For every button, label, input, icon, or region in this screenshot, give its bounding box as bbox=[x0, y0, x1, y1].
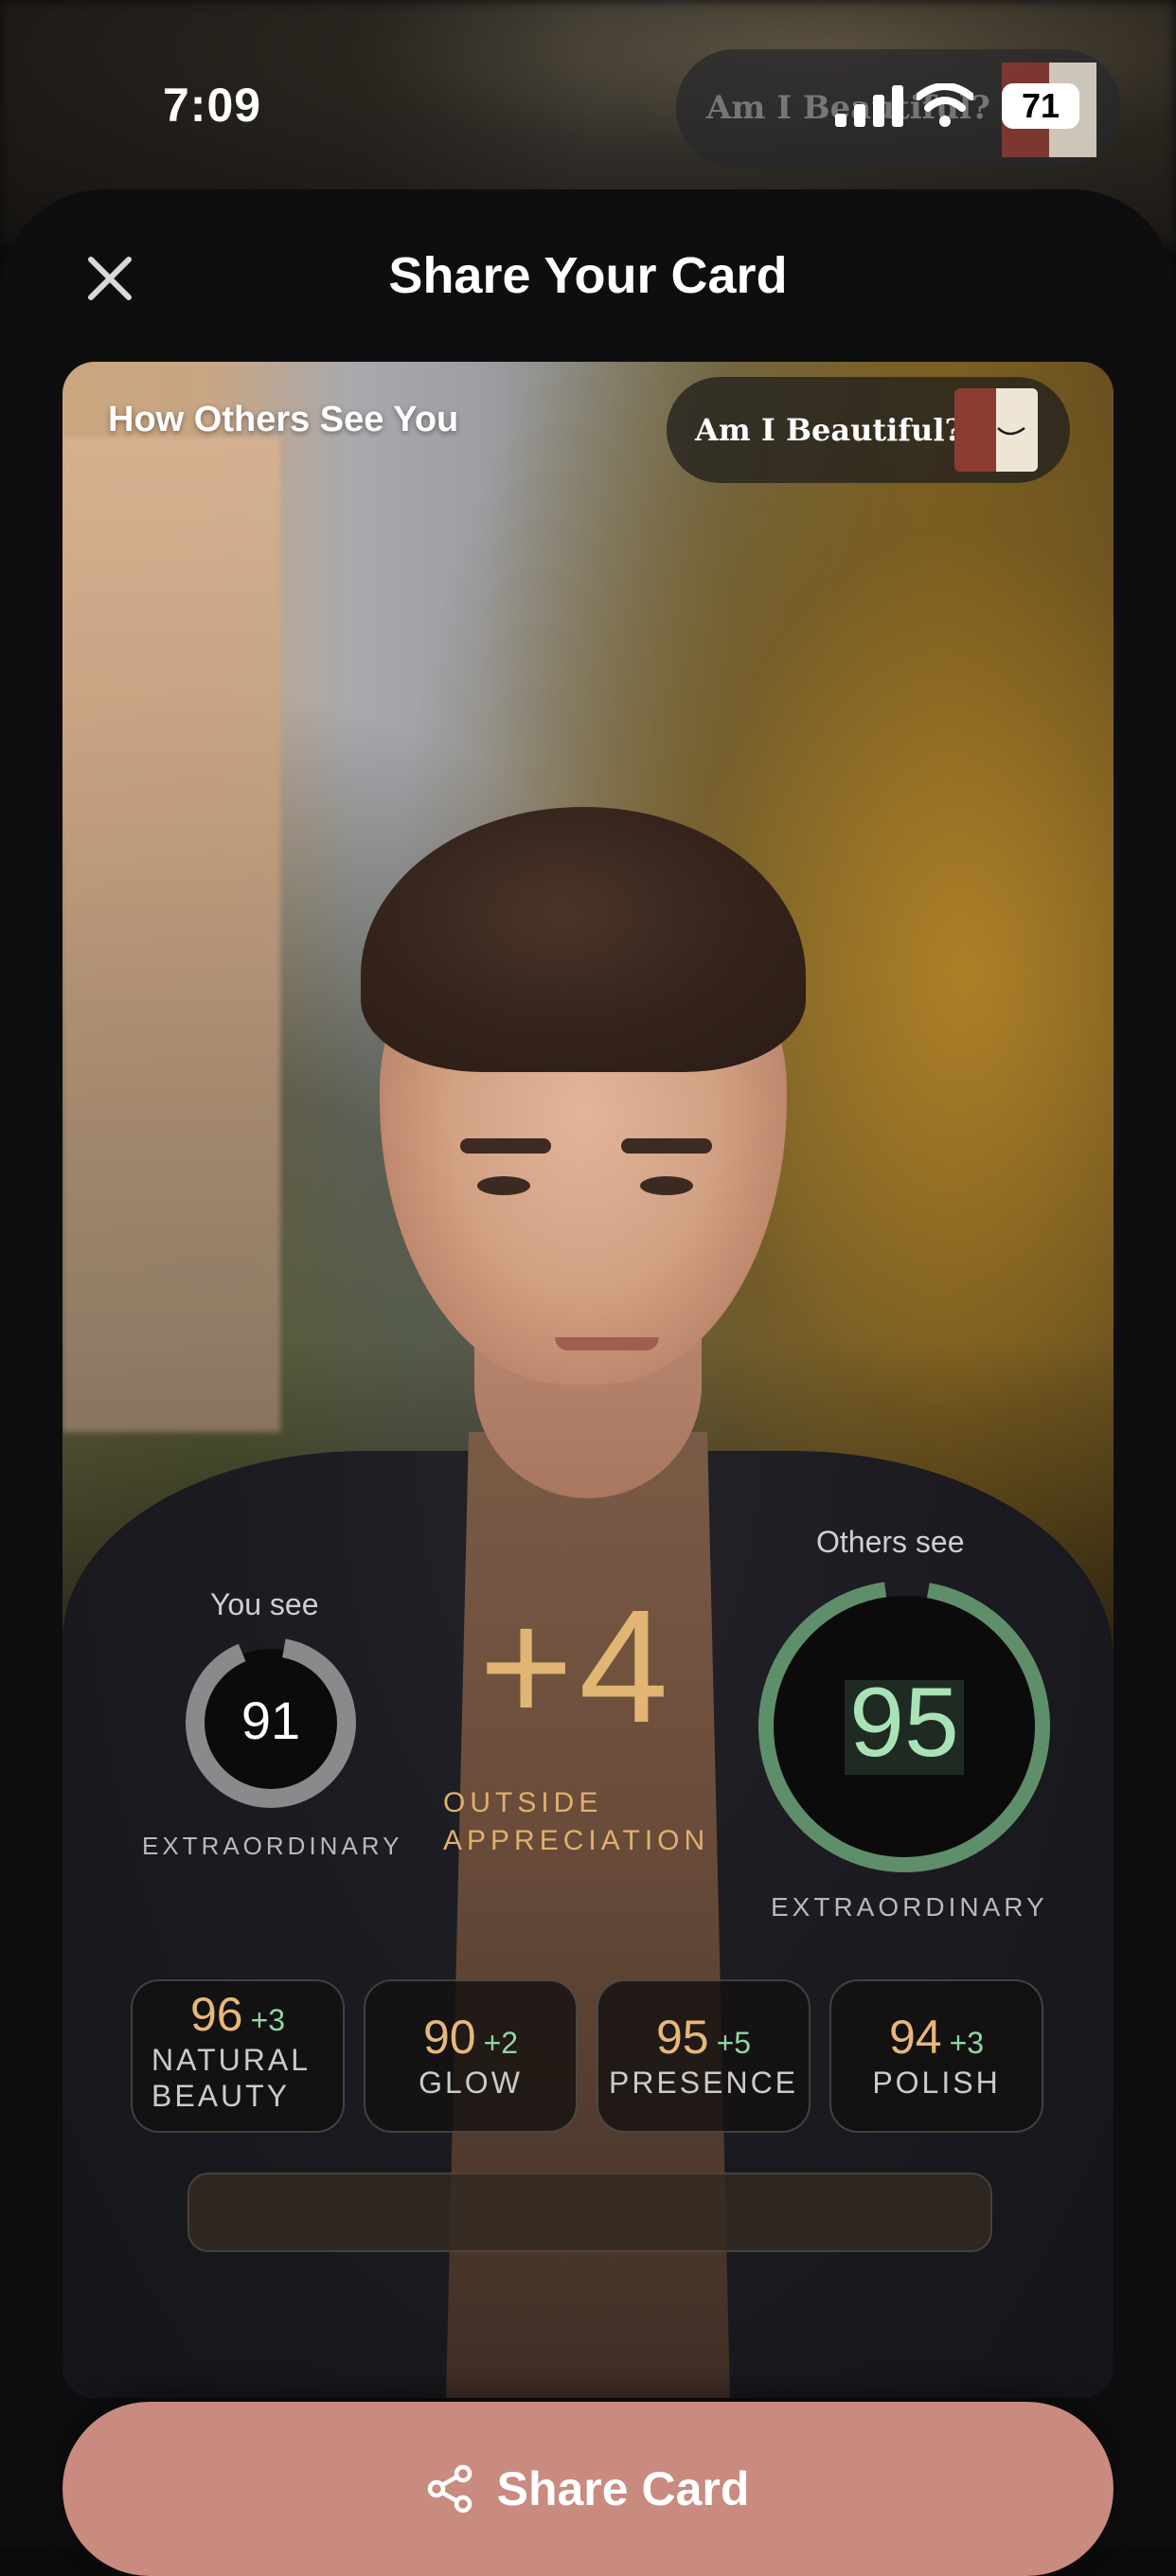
status-bar: 7:09 Am I Beautiful? 71 bbox=[0, 0, 1176, 189]
battery-indicator: 71 bbox=[1002, 83, 1079, 129]
metric-natural-beauty: 96 +3 NATURAL BEAUTY bbox=[131, 1979, 345, 2133]
others-score-ring: 95 bbox=[758, 1581, 1050, 1872]
you-see-label: You see bbox=[210, 1587, 319, 1621]
self-tier-label: EXTRAORDINARY bbox=[142, 1832, 403, 1860]
metric-name: POLISH bbox=[872, 2066, 1001, 2100]
card-label: How Others See You bbox=[108, 400, 459, 439]
metric-glow: 90 +2 GLOW bbox=[364, 1979, 578, 2133]
metric-score: 96 bbox=[189, 1988, 243, 2041]
self-score-value: 91 bbox=[241, 1690, 300, 1750]
sheet-title: Share Your Card bbox=[388, 247, 788, 304]
metric-delta: +2 bbox=[483, 2026, 519, 2060]
delta-caption-line-1: OUTSIDE bbox=[443, 1787, 603, 1818]
share-card-button[interactable]: Share Card bbox=[62, 2402, 1114, 2576]
metric-score: 94 bbox=[888, 2011, 942, 2064]
metric-name: PRESENCE bbox=[608, 2066, 799, 2100]
cellular-signal-icon bbox=[835, 85, 903, 127]
metric-score: 95 bbox=[655, 2011, 709, 2064]
others-tier-label: EXTRAORDINARY bbox=[771, 1892, 1048, 1922]
metric-polish: 94 +3 POLISH bbox=[829, 1979, 1043, 2133]
share-card-label: Share Card bbox=[496, 2462, 750, 2515]
metric-presence: 95 +5 PRESENCE bbox=[597, 1979, 811, 2133]
metric-name-line-1: NATURAL bbox=[151, 2043, 311, 2077]
metric-name-line-2: BEAUTY bbox=[151, 2079, 291, 2113]
wifi-icon bbox=[917, 83, 973, 127]
metric-score: 90 bbox=[422, 2011, 476, 2064]
brand-badge: Am I Beautiful? bbox=[667, 377, 1070, 483]
obscured-summary-strip bbox=[187, 2173, 992, 2252]
metric-name: GLOW bbox=[419, 2066, 523, 2100]
brand-name: Am I Beautiful? bbox=[695, 412, 963, 448]
status-pill: Am I Beautiful? 71 bbox=[676, 49, 1121, 167]
metric-delta: +5 bbox=[716, 2026, 752, 2060]
share-card-preview: How Others See You Am I Beautiful? You s… bbox=[62, 362, 1114, 2398]
app-logo bbox=[954, 388, 1038, 472]
score-delta: +4 bbox=[479, 1577, 674, 1757]
share-icon bbox=[427, 2464, 472, 2513]
self-score-ring: 91 bbox=[186, 1637, 356, 1808]
metric-delta: +3 bbox=[949, 2026, 985, 2060]
metric-delta: +3 bbox=[250, 2003, 286, 2037]
status-time: 7:09 bbox=[163, 79, 262, 132]
delta-caption-line-2: APPRECIATION bbox=[443, 1825, 710, 1856]
others-score-value: 95 bbox=[849, 1668, 959, 1778]
delta-caption: OUTSIDE APPRECIATION bbox=[443, 1784, 709, 1860]
share-sheet: Share Your Card How Others See You Am I … bbox=[0, 189, 1176, 2576]
others-see-label: Others see bbox=[816, 1525, 965, 1559]
